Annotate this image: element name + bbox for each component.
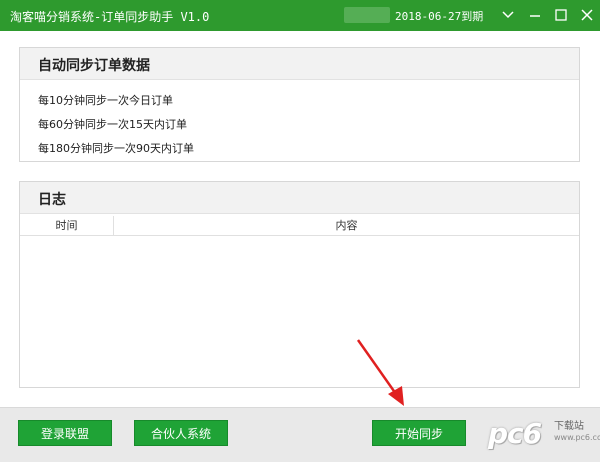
log-panel-header: 日志 xyxy=(20,182,579,214)
watermark-subtitle: 下载站 xyxy=(554,421,584,432)
sync-panel: 自动同步订单数据 每10分钟同步一次今日订单 每60分钟同步一次15天内订单 每… xyxy=(19,47,580,162)
start-sync-button[interactable]: 开始同步 xyxy=(372,420,466,446)
maximize-icon xyxy=(555,9,567,21)
login-alliance-button[interactable]: 登录联盟 xyxy=(18,420,112,446)
minimize-icon xyxy=(530,15,540,17)
column-header-time[interactable]: 时间 xyxy=(20,216,114,235)
sync-panel-title: 自动同步订单数据 xyxy=(38,58,150,74)
log-panel-title: 日志 xyxy=(38,192,66,208)
watermark-logo: pc6 下载站 www.pc6.com xyxy=(488,409,600,459)
sync-rule-1: 每10分钟同步一次今日订单 xyxy=(38,94,173,107)
partner-system-button[interactable]: 合伙人系统 xyxy=(134,420,228,446)
close-icon xyxy=(581,9,593,21)
window-title: 淘客喵分销系统-订单同步助手 V1.0 xyxy=(10,10,210,24)
log-list[interactable] xyxy=(20,236,579,387)
close-button[interactable] xyxy=(576,4,598,26)
arrow-annotation-icon xyxy=(356,339,404,406)
log-panel: 日志 时间 内容 xyxy=(19,181,580,388)
maximize-button[interactable] xyxy=(550,4,572,26)
watermark-url: www.pc6.com xyxy=(554,433,600,442)
sync-rule-2: 每60分钟同步一次15天内订单 xyxy=(38,118,187,131)
column-header-content[interactable]: 内容 xyxy=(114,216,579,235)
log-table-header: 时间 内容 xyxy=(20,216,579,236)
minimize-button[interactable] xyxy=(524,4,546,26)
sync-rule-3: 每180分钟同步一次90天内订单 xyxy=(38,142,194,155)
dropdown-button[interactable] xyxy=(497,4,519,26)
blurred-user-name xyxy=(344,7,390,23)
watermark-logo-text: pc6 xyxy=(488,417,542,450)
sync-panel-header: 自动同步订单数据 xyxy=(20,48,579,80)
expiry-date: 2018-06-27到期 xyxy=(395,10,484,23)
title-bar[interactable]: 淘客喵分销系统-订单同步助手 V1.0 2018-06-27到期 xyxy=(0,0,600,31)
chevron-down-icon xyxy=(502,11,514,19)
